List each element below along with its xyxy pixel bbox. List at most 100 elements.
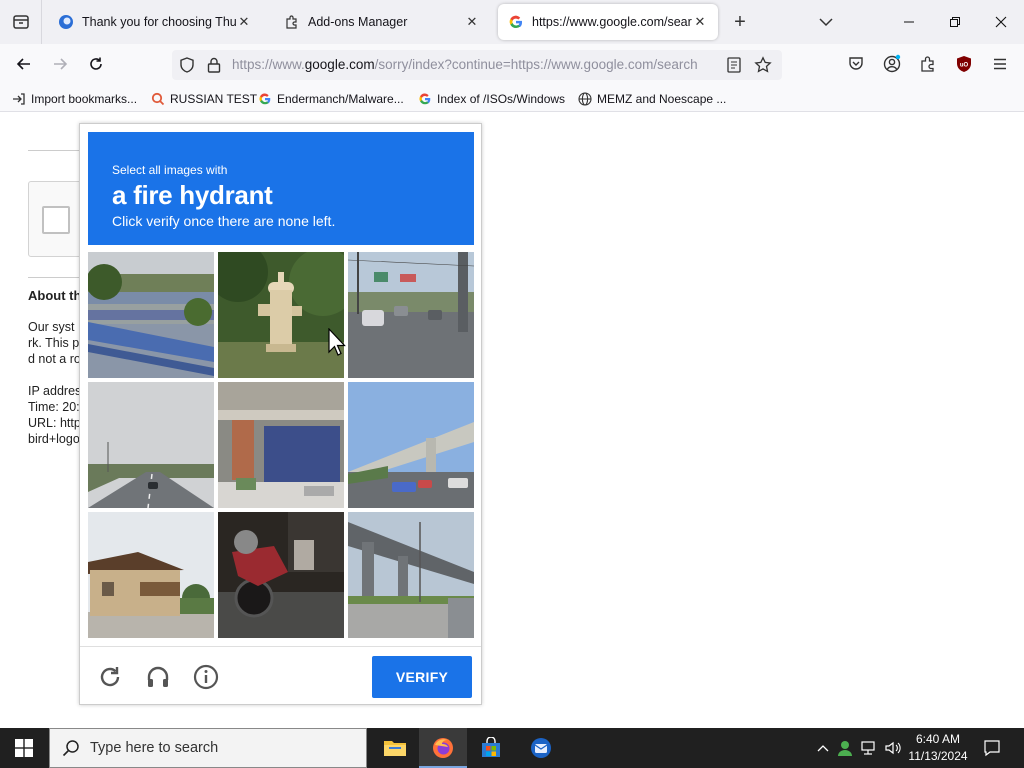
search-placeholder: Type here to search [90, 740, 219, 756]
file-explorer-taskbar-button[interactable] [371, 728, 419, 768]
ublock-origin-icon[interactable]: uO [954, 54, 974, 74]
about-heading: About th [28, 288, 82, 303]
reload-icon [100, 667, 120, 687]
instruction-subtext: Click verify once there are none left. [112, 213, 336, 229]
url-prefix: https://www. [232, 57, 305, 72]
google-icon [258, 92, 272, 106]
highway-guardrail-tile[interactable] [88, 252, 214, 378]
url-domain: google.com [304, 57, 375, 72]
challenge-header: Select all images with a fire hydrant Cl… [88, 132, 474, 245]
list-all-tabs-button[interactable] [814, 10, 838, 34]
body-text: d not a ro [28, 352, 81, 366]
tab-thunderbird[interactable]: Thank you for choosing Thunde ✕ [48, 4, 262, 40]
bookmark-label: MEMZ and Noescape ... [597, 92, 727, 106]
taskbar-search-box[interactable]: Type here to search [49, 728, 367, 768]
minimize-icon [904, 21, 914, 23]
close-tab-icon[interactable]: ✕ [692, 14, 708, 30]
tab-title: https://www.google.com/searc [532, 15, 692, 29]
instruction-text: Select all images with [112, 163, 228, 177]
clock-time: 6:40 AM [915, 732, 961, 746]
microsoft-store-taskbar-button[interactable] [467, 728, 515, 768]
bookmark-item[interactable]: Endermanch/Malware... [258, 90, 404, 108]
bookmark-label: RUSSIAN TEST [170, 92, 258, 106]
bookmark-label: Import bookmarks... [31, 92, 138, 106]
elevated-rail-tile[interactable] [348, 512, 474, 638]
image-grid [88, 252, 474, 638]
close-icon [995, 16, 1007, 28]
bookmark-item[interactable]: Index of /ISOs/Windows [418, 90, 565, 108]
extensions-icon[interactable] [918, 54, 938, 74]
store-icon [482, 737, 500, 757]
google-icon [418, 92, 432, 106]
start-button[interactable] [0, 728, 48, 768]
motorcycle-tile[interactable] [218, 512, 344, 638]
help-button[interactable] [192, 663, 220, 691]
thunderbird-taskbar-button[interactable] [517, 728, 565, 768]
back-button[interactable] [10, 50, 38, 78]
url-bar[interactable]: https://www.google.com/sorry/index?conti… [172, 50, 782, 80]
notification-icon [984, 740, 1000, 757]
firefox-taskbar-button[interactable] [419, 728, 467, 768]
pocket-icon[interactable] [846, 54, 866, 74]
notifications-button[interactable] [982, 738, 1002, 758]
account-icon[interactable] [882, 54, 902, 74]
system-clock[interactable]: 6:40 AM 11/13/2024 [903, 731, 973, 765]
user-status-tray-icon[interactable] [836, 738, 854, 758]
headphones-icon [147, 666, 169, 687]
google-icon [509, 15, 523, 29]
storefront-tile[interactable] [218, 382, 344, 508]
show-hidden-icons-button[interactable] [814, 738, 832, 758]
forward-button[interactable] [46, 50, 74, 78]
firefox-view-icon [12, 15, 29, 29]
restore-icon [950, 17, 960, 27]
bookmark-item[interactable]: MEMZ and Noescape ... [578, 90, 726, 108]
reload-challenge-button[interactable] [96, 663, 124, 691]
body-text: rk. This p [28, 336, 80, 350]
mouse-cursor-icon [328, 328, 346, 356]
street-traffic-tile[interactable] [348, 252, 474, 378]
thunderbird-icon [531, 738, 551, 758]
navigation-toolbar: https://www.google.com/sorry/index?conti… [0, 44, 1024, 84]
bookmarks-toolbar: Import bookmarks... RUSSIAN TEST Enderma… [0, 84, 1024, 112]
puzzle-icon [286, 15, 297, 29]
lock-icon[interactable] [206, 56, 222, 79]
reload-button[interactable] [82, 50, 110, 78]
tracking-protection-icon[interactable] [178, 56, 196, 79]
bookmark-item[interactable]: RUSSIAN TEST [151, 90, 257, 108]
overpass-tile[interactable] [348, 382, 474, 508]
recaptcha-checkbox[interactable] [42, 206, 70, 234]
tab-google-sorry[interactable]: https://www.google.com/searc ✕ [498, 4, 718, 40]
windows-taskbar: Type here to search 6:40 AM 11/13/2024 [0, 728, 1024, 768]
url-info-text: bird+logo [28, 432, 80, 446]
tab-addons-manager[interactable]: Add-ons Manager ✕ [274, 4, 490, 40]
bookmark-star-icon[interactable] [754, 56, 772, 79]
volume-tray-icon[interactable] [884, 738, 902, 758]
network-icon [861, 741, 875, 755]
bookmark-item[interactable]: Import bookmarks... [12, 90, 137, 108]
minimize-button[interactable] [886, 0, 932, 44]
menu-icon[interactable] [990, 54, 1010, 74]
new-tab-button[interactable]: + [728, 10, 752, 34]
house-tile[interactable] [88, 512, 214, 638]
close-window-button[interactable] [978, 0, 1024, 44]
recaptcha-challenge: Select all images with a fire hydrant Cl… [79, 123, 482, 705]
restore-button[interactable] [932, 0, 978, 44]
url-info-text: URL: http [28, 416, 81, 430]
url-text[interactable]: https://www.google.com/sorry/index?conti… [232, 57, 716, 72]
verify-button[interactable]: VERIFY [372, 656, 472, 698]
firefox-icon [433, 738, 453, 758]
network-tray-icon[interactable] [860, 738, 878, 758]
highway-road-tile[interactable] [88, 382, 214, 508]
reload-icon [90, 57, 102, 70]
close-tab-icon[interactable]: ✕ [464, 14, 480, 30]
audio-challenge-button[interactable] [144, 663, 172, 691]
bookmark-label: Index of /ISOs/Windows [437, 92, 566, 106]
bookmark-label: Endermanch/Malware... [277, 92, 404, 106]
challenge-footer: VERIFY [80, 646, 481, 704]
firefox-view-button[interactable] [0, 0, 42, 44]
close-tab-icon[interactable]: ✕ [236, 14, 252, 30]
arrow-right-icon [54, 58, 68, 70]
reader-view-icon[interactable] [726, 56, 742, 79]
arrow-left-icon [16, 58, 30, 70]
fire-hydrant-tile[interactable] [218, 252, 344, 378]
